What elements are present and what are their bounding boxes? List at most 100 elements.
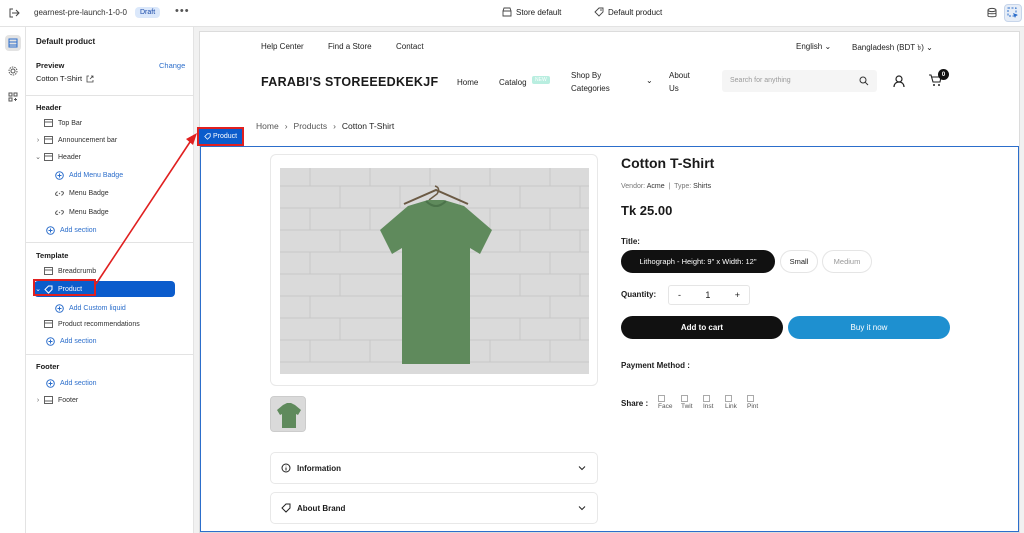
group-header-label: Header [36, 103, 62, 112]
annotation-highlight-sidebar [33, 279, 96, 296]
status-badge: Draft [135, 7, 161, 18]
type-value[interactable]: Shirts [693, 183, 711, 190]
chevron-right-icon: › [284, 121, 288, 131]
add-section-footer-button[interactable]: Add section [44, 376, 194, 390]
accordion-about-brand-label: About Brand [297, 503, 346, 513]
product-main-image[interactable] [280, 168, 589, 374]
nav-about-line2[interactable]: Us [669, 84, 679, 93]
section-icon [42, 266, 54, 276]
help-center-link[interactable]: Help Center [261, 42, 304, 51]
section-product-recommendations[interactable]: Product recommendations [34, 317, 184, 331]
pinterest-share-icon[interactable]: Pint [747, 395, 766, 413]
product-section-tag-label: Product [212, 133, 238, 140]
add-section-template-button[interactable]: Add section [44, 334, 194, 348]
share-label: Share : [621, 399, 649, 408]
product-title: Cotton T-Shirt [621, 155, 715, 171]
apps-tab[interactable] [5, 89, 21, 105]
linkedin-share-icon[interactable]: Link [725, 395, 744, 413]
block-menu-badge-2[interactable]: Menu Badge [53, 205, 203, 219]
block-menu-badge-1[interactable]: Menu Badge [53, 186, 203, 200]
theme-name: gearnest-pre-launch-1-0-0 [34, 8, 127, 17]
facebook-share-icon[interactable]: Face [658, 395, 677, 413]
find-store-link[interactable]: Find a Store [328, 42, 372, 51]
add-to-cart-button[interactable]: Add to cart [621, 316, 783, 339]
add-section-label: Add section [60, 337, 97, 345]
external-link-icon [86, 75, 94, 82]
more-actions-button[interactable]: ••• [175, 5, 190, 17]
exit-icon[interactable] [8, 7, 20, 19]
vendor-value[interactable]: Acme [647, 183, 665, 190]
settings-tab[interactable] [5, 63, 21, 79]
chevron-right-icon[interactable]: › [34, 137, 42, 144]
section-header[interactable]: ⌄ Header [34, 150, 184, 164]
quantity-increase-button[interactable]: + [735, 290, 740, 300]
preview-value[interactable]: Cotton T-Shirt [36, 74, 94, 83]
group-footer-label: Footer [36, 362, 60, 371]
quantity-stepper[interactable]: - 1 + [668, 285, 750, 305]
new-badge: NEW [532, 76, 550, 84]
group-template-label: Template [36, 251, 69, 260]
nav-shop-by-line2[interactable]: Categories [571, 84, 610, 93]
nav-about-line1[interactable]: About [669, 71, 690, 80]
nav-home[interactable]: Home [457, 78, 478, 87]
section-label: Announcement bar [58, 136, 118, 144]
product-section-tag[interactable]: Product [197, 127, 244, 146]
option-lithograph[interactable]: Lithograph - Height: 9" x Width: 12" [621, 250, 775, 273]
section-footer[interactable]: › Footer [34, 393, 184, 407]
layout-icon [8, 38, 18, 48]
section-label: Header [58, 153, 81, 161]
chevron-down-icon [578, 466, 586, 471]
apps-icon [8, 92, 18, 102]
twitter-share-icon[interactable]: Twit [681, 395, 700, 413]
buy-now-button[interactable]: Buy it now [788, 316, 950, 339]
chevron-down-icon[interactable]: ⌄ [646, 76, 653, 85]
inspector-toggle-button[interactable] [1004, 4, 1022, 22]
chevron-right-icon[interactable]: › [34, 397, 42, 404]
section-announcement-bar[interactable]: › Announcement bar [34, 133, 184, 147]
divider [26, 242, 194, 243]
contact-link[interactable]: Contact [396, 42, 424, 51]
search-icon[interactable] [859, 76, 869, 86]
add-custom-liquid-button[interactable]: Add Custom liquid [53, 301, 203, 315]
store-selector[interactable]: Store default [502, 7, 561, 17]
database-icon[interactable] [986, 7, 998, 19]
preview-label: Preview [36, 61, 65, 70]
option-medium[interactable]: Medium [822, 250, 872, 273]
accordion-information-label: Information [297, 463, 341, 473]
section-label: Product recommendations [58, 320, 140, 328]
nav-shop-by-line1[interactable]: Shop By [571, 71, 601, 80]
account-icon[interactable] [893, 75, 905, 88]
nav-catalog[interactable]: Catalog [499, 78, 527, 87]
accordion-information[interactable]: Information [270, 452, 598, 484]
divider [26, 354, 194, 355]
store-preview: Help Center Find a Store Contact English… [199, 31, 1020, 533]
currency-selector[interactable]: Bangladesh (BDT ৳) ⌄ [852, 42, 933, 55]
chevron-down-icon[interactable]: ⌄ [34, 153, 42, 161]
section-top-bar[interactable]: Top Bar [34, 116, 184, 130]
search-input[interactable]: Search for anything [722, 70, 877, 92]
section-breadcrumb[interactable]: Breadcrumb [34, 264, 184, 278]
change-preview-link[interactable]: Change [159, 61, 185, 70]
accordion-about-brand[interactable]: About Brand [270, 492, 598, 524]
instagram-share-icon[interactable]: Inst [703, 395, 722, 413]
breadcrumb-home[interactable]: Home [256, 121, 279, 131]
store-selector-label: Store default [516, 7, 562, 17]
breadcrumb-products[interactable]: Products [294, 121, 328, 131]
store-logo[interactable]: FARABI'S STOREEEDKEKJF [261, 75, 438, 89]
cart-button[interactable]: 0 [928, 69, 949, 90]
block-label: Menu Badge [69, 189, 109, 197]
add-section-header-button[interactable]: Add section [44, 223, 194, 237]
option-small[interactable]: Small [780, 250, 818, 273]
product-image-card[interactable] [270, 154, 598, 386]
language-selector[interactable]: English ⌄ [796, 42, 831, 51]
add-menu-badge-button[interactable]: Add Menu Badge [53, 168, 203, 182]
quantity-value[interactable]: 1 [705, 290, 710, 300]
template-selector[interactable]: Default product [594, 7, 662, 17]
twitter-alt-text: Twit [681, 403, 693, 410]
plus-circle-icon [53, 303, 65, 313]
icon-rail [0, 27, 26, 533]
sections-tab[interactable] [5, 35, 21, 51]
quantity-decrease-button[interactable]: - [678, 290, 681, 300]
plus-circle-icon [53, 170, 65, 180]
product-thumbnail[interactable] [270, 396, 306, 432]
